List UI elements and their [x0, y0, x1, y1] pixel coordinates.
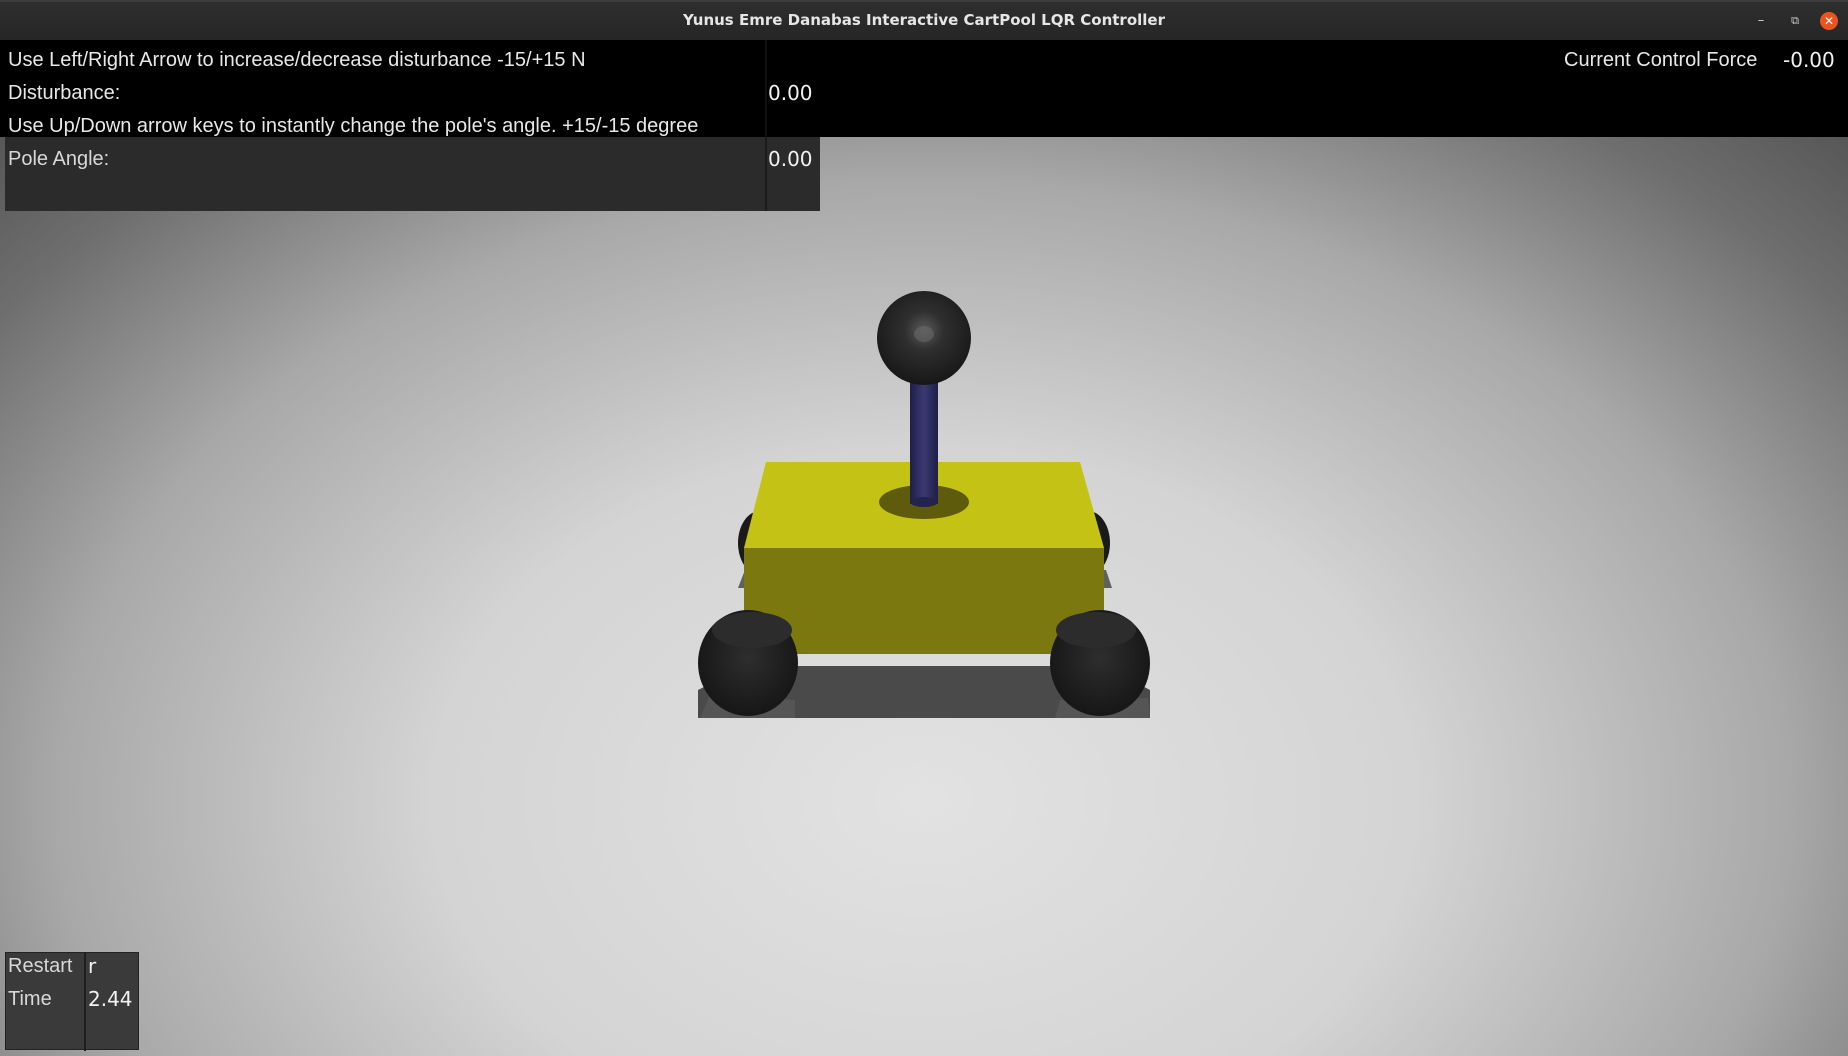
pole: [910, 378, 938, 504]
status-panel-divider: [84, 953, 86, 1051]
restart-key[interactable]: r: [88, 954, 96, 978]
wheel-front-right-cap: [1056, 612, 1136, 648]
window-titlebar: Yunus Emre Danabas Interactive CartPool …: [0, 0, 1848, 40]
close-button[interactable]: ✕: [1820, 12, 1838, 30]
control-force-label: Current Control Force: [1564, 49, 1758, 71]
restart-label: Restart: [8, 955, 73, 977]
time-label: Time: [8, 988, 52, 1010]
angle-instruction: Use Up/Down arrow keys to instantly chan…: [8, 115, 699, 137]
pole-angle-panel: [5, 137, 820, 211]
pole-angle-value: 0.00: [768, 147, 813, 171]
cart-front: [744, 548, 1104, 654]
window-title: Yunus Emre Danabas Interactive CartPool …: [683, 11, 1165, 29]
disturbance-label: Disturbance:: [8, 82, 121, 104]
time-value: 2.44: [88, 987, 133, 1011]
pole-angle-label: Pole Angle:: [8, 148, 110, 170]
maximize-button[interactable]: ⧉: [1786, 12, 1804, 30]
disturbance-instruction: Use Left/Right Arrow to increase/decreas…: [8, 49, 586, 71]
panel-divider: [765, 137, 767, 211]
hud-column-divider: [765, 40, 767, 137]
disturbance-value: 0.00: [768, 81, 813, 105]
minimize-button[interactable]: –: [1752, 12, 1770, 30]
pole-base: [910, 497, 938, 507]
wheel-front-left-cap: [712, 612, 792, 648]
ball-highlight: [914, 326, 934, 342]
control-force-value: -0.00: [1783, 48, 1835, 72]
